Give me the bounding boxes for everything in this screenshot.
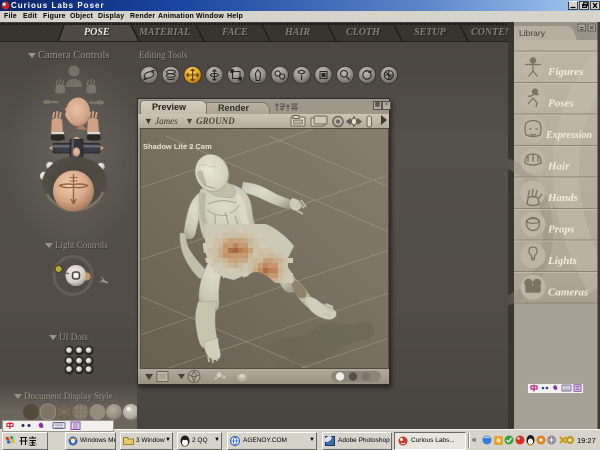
svg-text:Library: Library <box>519 28 546 38</box>
svg-text:Hands: Hands <box>547 192 578 204</box>
svg-text:Hair: Hair <box>547 161 570 173</box>
svg-text:Poses: Poses <box>548 98 574 110</box>
svg-text:Props: Props <box>548 224 574 236</box>
svg-text:Figures: Figures <box>547 66 583 78</box>
svg-text:Cameras: Cameras <box>548 287 588 299</box>
svg-text:Expression: Expression <box>545 130 593 141</box>
svg-text:Shadow Lite 2 Cam: Shadow Lite 2 Cam <box>143 142 212 151</box>
svg-text:Lights: Lights <box>547 255 577 267</box>
